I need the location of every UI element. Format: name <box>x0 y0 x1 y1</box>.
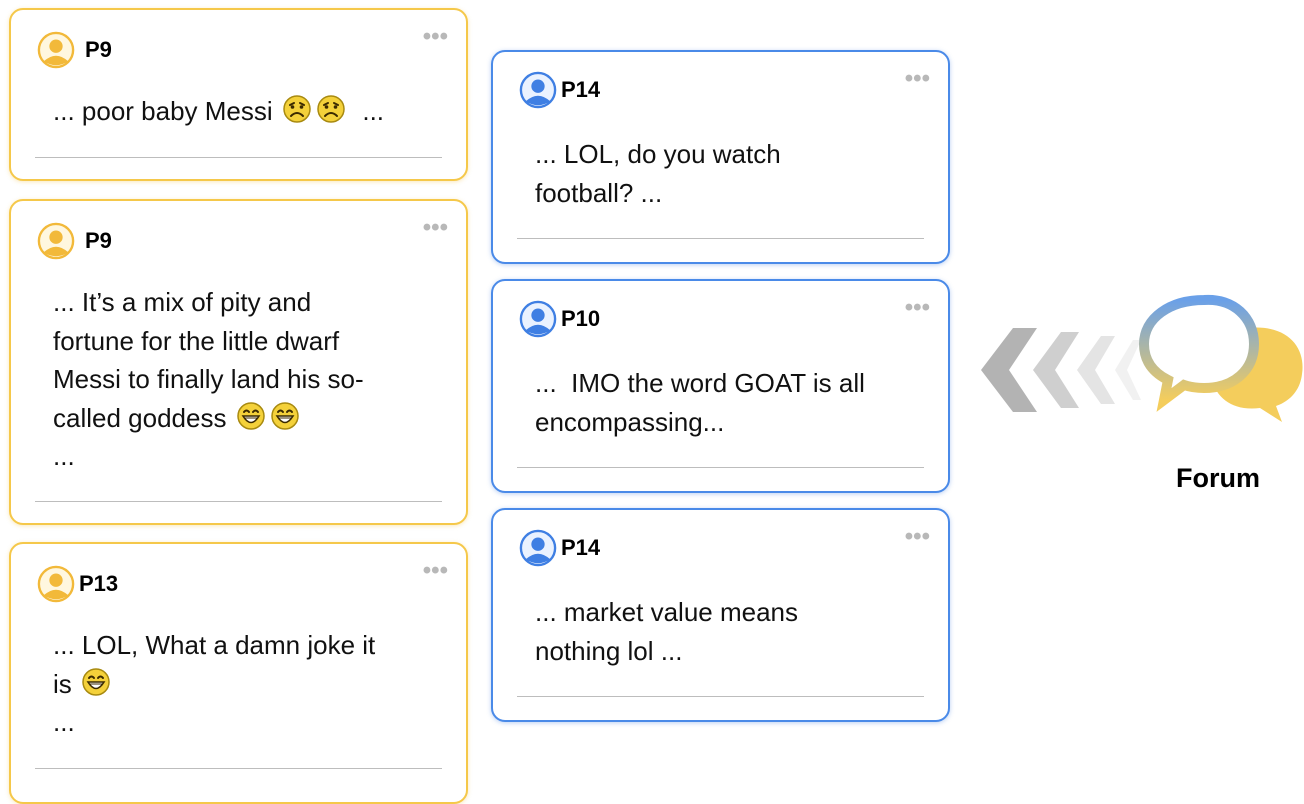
more-options-icon[interactable]: ••• <box>905 296 930 320</box>
user-avatar-icon <box>37 222 75 260</box>
post-header: P9 <box>37 221 112 261</box>
post-text: ... poor baby Messi ... <box>53 94 385 126</box>
post-username: P13 <box>79 571 119 596</box>
divider <box>517 467 924 468</box>
post-text: ... LOL, What a damn joke it is ... <box>53 630 376 737</box>
more-options-icon[interactable]: ••• <box>423 25 448 49</box>
post-text: ... IMO the word GOAT is all encompassin… <box>535 368 865 437</box>
post-card[interactable]: P9 ••• ... poor baby Messi ... <box>9 8 468 181</box>
post-card[interactable]: P13 ••• ... LOL, What a damn joke it is … <box>9 542 468 804</box>
divider <box>35 501 442 502</box>
post-header: P14 <box>519 70 600 110</box>
user-avatar-icon <box>519 300 557 338</box>
post-text: ... market value means nothing lol ... <box>535 597 798 666</box>
divider <box>517 238 924 239</box>
post-card[interactable]: P14 ••• ... LOL, do you watch football? … <box>491 50 950 264</box>
grin-emoji-icon <box>81 667 111 697</box>
divider <box>35 157 442 158</box>
more-options-icon[interactable]: ••• <box>905 67 930 91</box>
post-username: P14 <box>561 77 601 102</box>
user-avatar-icon <box>519 529 557 567</box>
chevrons-left-icon <box>981 328 1141 412</box>
more-options-icon[interactable]: ••• <box>905 525 930 549</box>
post-username: P9 <box>85 37 112 62</box>
post-text: ... LOL, do you watch football? ... <box>535 139 781 208</box>
user-avatar-icon <box>37 31 75 69</box>
speech-bubbles-icon <box>1138 294 1303 422</box>
post-header: P14 <box>519 528 600 568</box>
forum-label: Forum <box>1176 463 1260 493</box>
post-username: P14 <box>561 535 601 560</box>
more-options-icon[interactable]: ••• <box>423 216 448 240</box>
user-avatar-icon <box>519 71 557 109</box>
post-text: ... It’s a mix of pity and fortune for t… <box>53 287 364 471</box>
grin-emoji-icon <box>236 401 266 431</box>
post-card[interactable]: P14 ••• ... market value means nothing l… <box>491 508 950 722</box>
divider <box>35 768 442 769</box>
sad-emoji-icon <box>316 94 346 124</box>
sad-emoji-icon <box>282 94 312 124</box>
grin-emoji-icon <box>270 401 300 431</box>
divider <box>517 696 924 697</box>
post-header: P13 <box>37 564 118 604</box>
user-avatar-icon <box>37 565 75 603</box>
post-header: P10 <box>519 299 600 339</box>
post-card[interactable]: P10 ••• ... IMO the word GOAT is all enc… <box>491 279 950 493</box>
post-header: P9 <box>37 30 112 70</box>
post-card[interactable]: P9 ••• ... It’s a mix of pity and fortun… <box>9 199 468 525</box>
more-options-icon[interactable]: ••• <box>423 559 448 583</box>
post-username: P10 <box>561 306 601 331</box>
post-username: P9 <box>85 228 112 253</box>
